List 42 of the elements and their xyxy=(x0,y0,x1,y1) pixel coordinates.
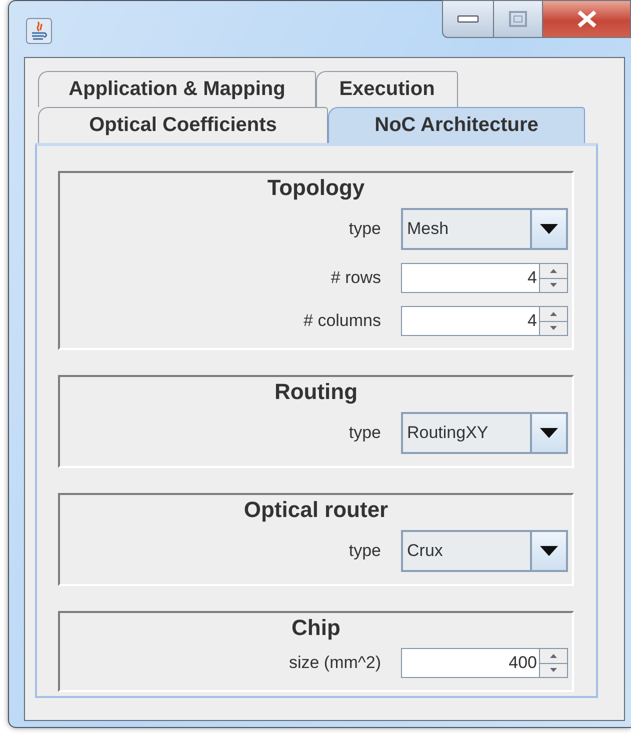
section-title: Optical router xyxy=(244,497,388,523)
tab[interactable]: Execution xyxy=(316,71,458,107)
up-arrow-icon xyxy=(550,268,557,273)
section-title: Routing xyxy=(274,379,358,405)
tab[interactable]: Application & Mapping xyxy=(38,71,316,107)
up-arrow-icon xyxy=(550,654,557,658)
maximize-button[interactable] xyxy=(494,0,543,38)
tab[interactable]: Optical Coefficients xyxy=(38,107,328,143)
field-label: # rows xyxy=(330,268,381,288)
close-icon xyxy=(576,10,598,28)
java-cup-icon[interactable] xyxy=(26,18,52,44)
minimize-icon xyxy=(457,15,479,23)
section-title: Chip xyxy=(292,615,340,641)
caret-icon xyxy=(540,224,558,234)
field-label: type xyxy=(348,219,381,239)
down-arrow-icon xyxy=(550,283,557,288)
decrement-button[interactable] xyxy=(540,278,568,293)
increment-button[interactable] xyxy=(540,263,568,278)
field-label: type xyxy=(348,541,381,561)
minimize-button[interactable] xyxy=(442,0,494,38)
decrement-button[interactable] xyxy=(540,664,568,678)
down-arrow-icon xyxy=(550,326,557,330)
section-title: Topology xyxy=(267,175,365,201)
up-arrow-icon xyxy=(550,312,557,316)
field-label: type xyxy=(348,423,381,443)
decrement-button[interactable] xyxy=(540,322,568,336)
field-label: # columns xyxy=(304,311,381,331)
field-label: size (mm^2) xyxy=(288,653,381,673)
dropdown[interactable]: Crux xyxy=(401,530,568,572)
caret-icon xyxy=(540,428,558,438)
increment-button[interactable] xyxy=(540,648,568,664)
down-arrow-icon xyxy=(550,668,557,672)
caret-icon xyxy=(540,546,558,556)
number-field[interactable]: 400 xyxy=(401,648,540,678)
number-field[interactable]: 4 xyxy=(401,306,540,336)
dropdown[interactable]: RoutingXY xyxy=(401,412,568,454)
dropdown[interactable]: Mesh xyxy=(401,208,568,250)
tab[interactable]: NoC Architecture xyxy=(328,107,585,143)
close-button[interactable] xyxy=(543,0,631,38)
maximize-icon xyxy=(509,11,527,27)
increment-button[interactable] xyxy=(540,306,568,322)
number-field[interactable]: 4 xyxy=(401,263,540,293)
